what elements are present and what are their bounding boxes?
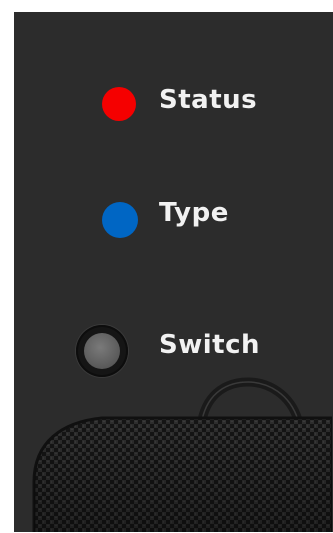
switch-label: Switch: [159, 330, 261, 360]
carbon-fiber-case: [32, 377, 332, 532]
switch-knob[interactable]: [84, 333, 120, 369]
status-led-icon: [102, 87, 136, 121]
device-panel: Status Type Switch: [14, 12, 333, 532]
type-led-icon: [102, 202, 138, 238]
type-label: Type: [159, 198, 229, 228]
status-label: Status: [159, 85, 258, 115]
